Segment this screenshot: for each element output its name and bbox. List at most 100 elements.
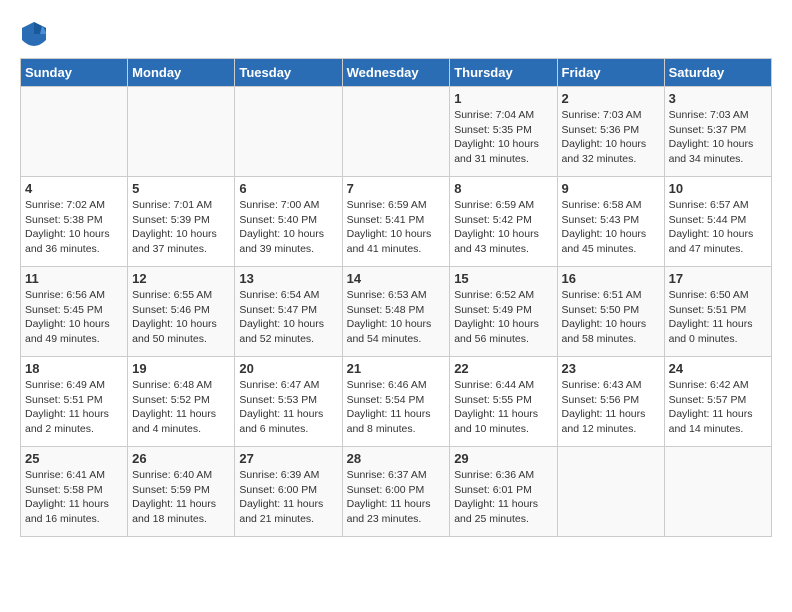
calendar-cell: 26 Sunrise: 6:40 AMSunset: 5:59 PMDayligh…: [128, 447, 235, 537]
header-monday: Monday: [128, 59, 235, 87]
day-info: Sunrise: 7:01 AMSunset: 5:39 PMDaylight:…: [132, 198, 230, 257]
calendar-cell: 5 Sunrise: 7:01 AMSunset: 5:39 PMDaylight…: [128, 177, 235, 267]
day-info: Sunrise: 6:58 AMSunset: 5:43 PMDaylight:…: [562, 198, 660, 257]
day-number: 28: [347, 451, 446, 466]
calendar-cell: 22 Sunrise: 6:44 AMSunset: 5:55 PMDayligh…: [450, 357, 557, 447]
day-info: Sunrise: 6:44 AMSunset: 5:55 PMDaylight:…: [454, 378, 552, 437]
calendar-cell: [557, 447, 664, 537]
day-number: 12: [132, 271, 230, 286]
day-number: 17: [669, 271, 767, 286]
day-info: Sunrise: 6:49 AMSunset: 5:51 PMDaylight:…: [25, 378, 123, 437]
day-info: Sunrise: 6:56 AMSunset: 5:45 PMDaylight:…: [25, 288, 123, 347]
day-info: Sunrise: 6:40 AMSunset: 5:59 PMDaylight:…: [132, 468, 230, 527]
calendar-week-row: 4 Sunrise: 7:02 AMSunset: 5:38 PMDaylight…: [21, 177, 772, 267]
day-number: 14: [347, 271, 446, 286]
calendar-cell: 27 Sunrise: 6:39 AMSunset: 6:00 PMDayligh…: [235, 447, 342, 537]
calendar-cell: 1 Sunrise: 7:04 AMSunset: 5:35 PMDaylight…: [450, 87, 557, 177]
calendar-cell: 12 Sunrise: 6:55 AMSunset: 5:46 PMDayligh…: [128, 267, 235, 357]
day-info: Sunrise: 6:55 AMSunset: 5:46 PMDaylight:…: [132, 288, 230, 347]
header-saturday: Saturday: [664, 59, 771, 87]
day-number: 25: [25, 451, 123, 466]
day-number: 13: [239, 271, 337, 286]
day-number: 24: [669, 361, 767, 376]
calendar-cell: 14 Sunrise: 6:53 AMSunset: 5:48 PMDayligh…: [342, 267, 450, 357]
header-tuesday: Tuesday: [235, 59, 342, 87]
day-number: 4: [25, 181, 123, 196]
calendar-cell: 9 Sunrise: 6:58 AMSunset: 5:43 PMDaylight…: [557, 177, 664, 267]
day-number: 1: [454, 91, 552, 106]
day-number: 10: [669, 181, 767, 196]
calendar-header-row: SundayMondayTuesdayWednesdayThursdayFrid…: [21, 59, 772, 87]
calendar-cell: 29 Sunrise: 6:36 AMSunset: 6:01 PMDayligh…: [450, 447, 557, 537]
calendar-cell: [21, 87, 128, 177]
day-number: 15: [454, 271, 552, 286]
calendar-cell: 10 Sunrise: 6:57 AMSunset: 5:44 PMDayligh…: [664, 177, 771, 267]
day-info: Sunrise: 7:03 AMSunset: 5:37 PMDaylight:…: [669, 108, 767, 167]
day-info: Sunrise: 7:02 AMSunset: 5:38 PMDaylight:…: [25, 198, 123, 257]
day-info: Sunrise: 6:48 AMSunset: 5:52 PMDaylight:…: [132, 378, 230, 437]
calendar-cell: [342, 87, 450, 177]
day-number: 27: [239, 451, 337, 466]
day-info: Sunrise: 7:00 AMSunset: 5:40 PMDaylight:…: [239, 198, 337, 257]
day-info: Sunrise: 6:53 AMSunset: 5:48 PMDaylight:…: [347, 288, 446, 347]
calendar-cell: 15 Sunrise: 6:52 AMSunset: 5:49 PMDayligh…: [450, 267, 557, 357]
page-header: [20, 20, 772, 48]
calendar-cell: 16Sunrise: 6:51 AMSunset: 5:50 PMDayligh…: [557, 267, 664, 357]
day-number: 19: [132, 361, 230, 376]
calendar-cell: 3 Sunrise: 7:03 AMSunset: 5:37 PMDaylight…: [664, 87, 771, 177]
calendar-cell: [664, 447, 771, 537]
day-info: Sunrise: 7:03 AMSunset: 5:36 PMDaylight:…: [562, 108, 660, 167]
day-number: 23: [562, 361, 660, 376]
day-info: Sunrise: 6:52 AMSunset: 5:49 PMDaylight:…: [454, 288, 552, 347]
day-info: Sunrise: 6:47 AMSunset: 5:53 PMDaylight:…: [239, 378, 337, 437]
day-info: Sunrise: 6:50 AMSunset: 5:51 PMDaylight:…: [669, 288, 767, 347]
day-number: 29: [454, 451, 552, 466]
logo: [20, 20, 52, 48]
calendar-cell: 8 Sunrise: 6:59 AMSunset: 5:42 PMDaylight…: [450, 177, 557, 267]
day-number: 6: [239, 181, 337, 196]
day-info: Sunrise: 6:39 AMSunset: 6:00 PMDaylight:…: [239, 468, 337, 527]
day-number: 7: [347, 181, 446, 196]
header-friday: Friday: [557, 59, 664, 87]
day-number: 11: [25, 271, 123, 286]
calendar-cell: 13 Sunrise: 6:54 AMSunset: 5:47 PMDayligh…: [235, 267, 342, 357]
day-number: 5: [132, 181, 230, 196]
calendar-cell: 21 Sunrise: 6:46 AMSunset: 5:54 PMDayligh…: [342, 357, 450, 447]
calendar-cell: 24 Sunrise: 6:42 AMSunset: 5:57 PMDayligh…: [664, 357, 771, 447]
day-number: 26: [132, 451, 230, 466]
day-info: Sunrise: 6:57 AMSunset: 5:44 PMDaylight:…: [669, 198, 767, 257]
calendar-cell: 25Sunrise: 6:41 AMSunset: 5:58 PMDayligh…: [21, 447, 128, 537]
header-thursday: Thursday: [450, 59, 557, 87]
header-sunday: Sunday: [21, 59, 128, 87]
day-number: 20: [239, 361, 337, 376]
day-number: 16: [562, 271, 660, 286]
calendar-week-row: 1 Sunrise: 7:04 AMSunset: 5:35 PMDaylight…: [21, 87, 772, 177]
calendar-cell: [235, 87, 342, 177]
day-info: Sunrise: 7:04 AMSunset: 5:35 PMDaylight:…: [454, 108, 552, 167]
calendar-week-row: 11 Sunrise: 6:56 AMSunset: 5:45 PMDayligh…: [21, 267, 772, 357]
day-info: Sunrise: 6:37 AMSunset: 6:00 PMDaylight:…: [347, 468, 446, 527]
calendar-cell: 19 Sunrise: 6:48 AMSunset: 5:52 PMDayligh…: [128, 357, 235, 447]
day-info: Sunrise: 6:54 AMSunset: 5:47 PMDaylight:…: [239, 288, 337, 347]
day-number: 3: [669, 91, 767, 106]
day-info: Sunrise: 6:59 AMSunset: 5:41 PMDaylight:…: [347, 198, 446, 257]
day-info: Sunrise: 6:36 AMSunset: 6:01 PMDaylight:…: [454, 468, 552, 527]
day-number: 21: [347, 361, 446, 376]
day-number: 22: [454, 361, 552, 376]
calendar-cell: 7 Sunrise: 6:59 AMSunset: 5:41 PMDaylight…: [342, 177, 450, 267]
calendar-week-row: 18 Sunrise: 6:49 AMSunset: 5:51 PMDayligh…: [21, 357, 772, 447]
calendar-cell: [128, 87, 235, 177]
calendar-table: SundayMondayTuesdayWednesdayThursdayFrid…: [20, 58, 772, 537]
day-info: Sunrise: 6:42 AMSunset: 5:57 PMDaylight:…: [669, 378, 767, 437]
day-number: 18: [25, 361, 123, 376]
day-info: Sunrise: 6:59 AMSunset: 5:42 PMDaylight:…: [454, 198, 552, 257]
calendar-cell: 4 Sunrise: 7:02 AMSunset: 5:38 PMDaylight…: [21, 177, 128, 267]
day-number: 9: [562, 181, 660, 196]
calendar-cell: 20 Sunrise: 6:47 AMSunset: 5:53 PMDayligh…: [235, 357, 342, 447]
calendar-cell: 2Sunrise: 7:03 AMSunset: 5:36 PMDaylight…: [557, 87, 664, 177]
calendar-cell: 17 Sunrise: 6:50 AMSunset: 5:51 PMDayligh…: [664, 267, 771, 357]
calendar-cell: 11 Sunrise: 6:56 AMSunset: 5:45 PMDayligh…: [21, 267, 128, 357]
day-number: 8: [454, 181, 552, 196]
day-info: Sunrise: 6:46 AMSunset: 5:54 PMDaylight:…: [347, 378, 446, 437]
day-info: Sunrise: 6:43 AMSunset: 5:56 PMDaylight:…: [562, 378, 660, 437]
